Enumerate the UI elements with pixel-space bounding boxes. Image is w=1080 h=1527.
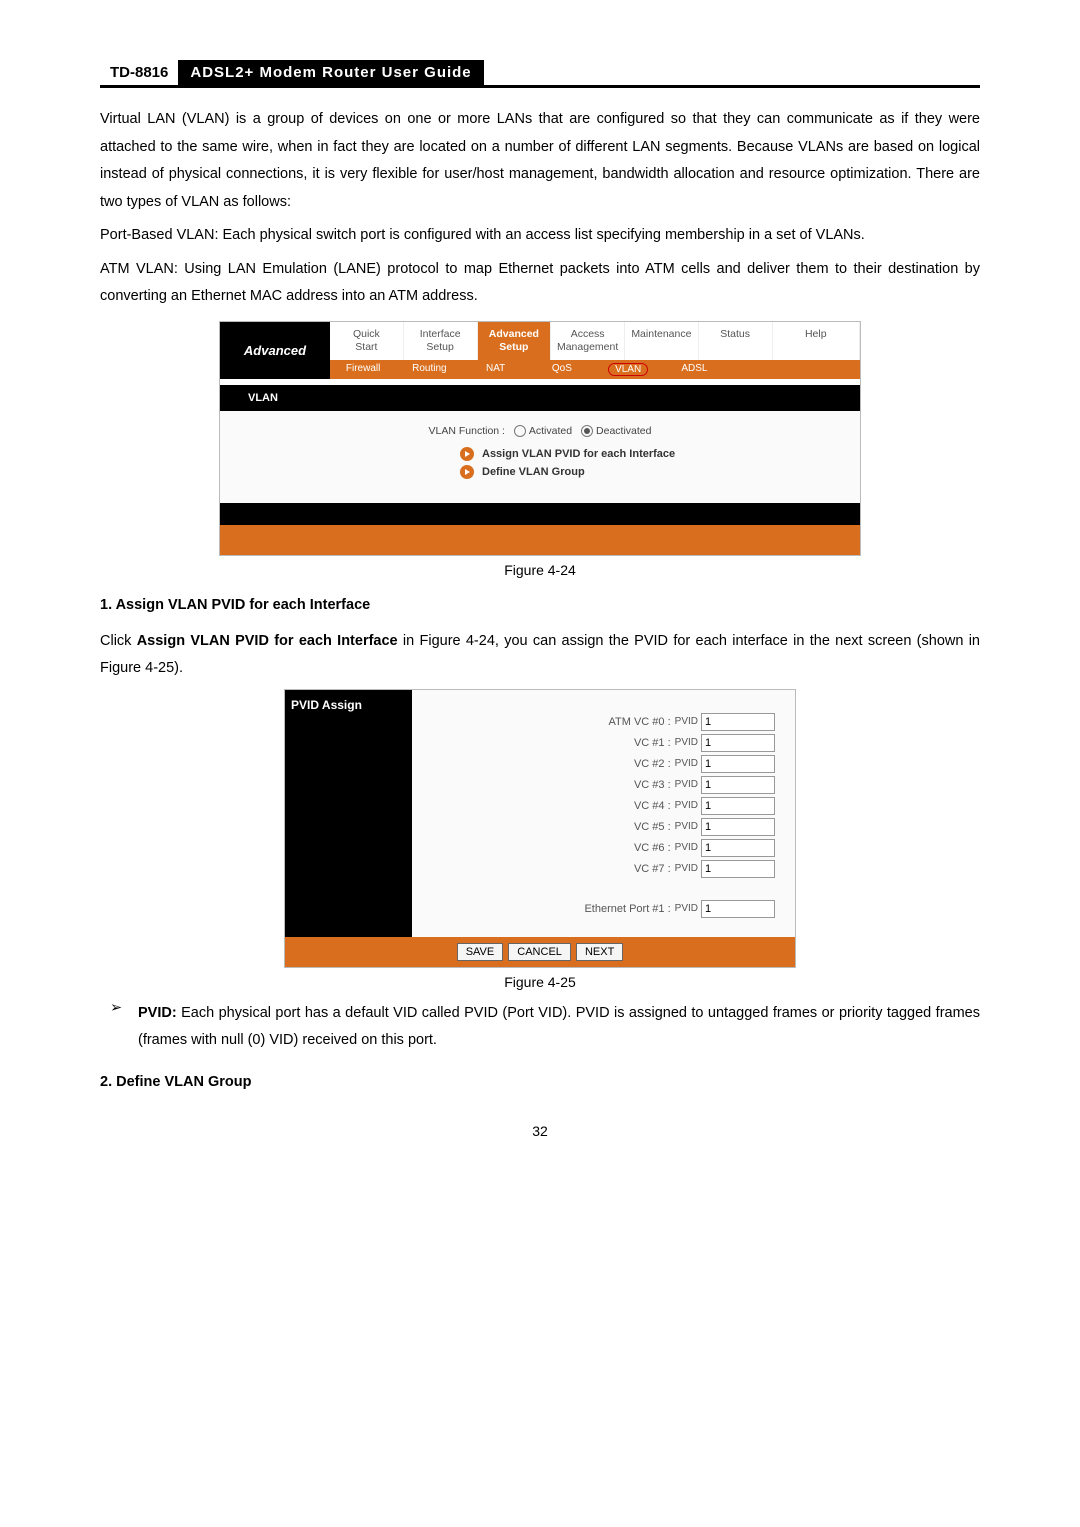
subtab-routing[interactable]: Routing [396, 360, 462, 379]
tab-interface-setup[interactable]: Interface Setup [404, 322, 478, 360]
fig24-section-band: VLAN [220, 385, 860, 411]
tab-access-management[interactable]: Access Management [551, 322, 625, 360]
pvid-input-ethernet[interactable] [701, 900, 775, 918]
pvid-input-2[interactable] [701, 755, 775, 773]
pvid-row-0: ATM VC #0 :PVID [432, 713, 775, 731]
fig24-main-tabs: Quick Start Interface Setup Advanced Set… [330, 322, 860, 360]
next-button[interactable]: NEXT [576, 943, 623, 961]
subtab-adsl[interactable]: ADSL [661, 360, 727, 379]
pvid-input-1[interactable] [701, 734, 775, 752]
bullet-pvid: ➢ PVID: Each physical port has a default… [100, 1000, 980, 1055]
subtab-qos[interactable]: QoS [529, 360, 595, 379]
pvid-input-0[interactable] [701, 713, 775, 731]
subtab-nat[interactable]: NAT [463, 360, 529, 379]
tab-quick-start[interactable]: Quick Start [330, 322, 404, 360]
pvid-row-3: VC #3 :PVID [432, 776, 775, 794]
pvid-row-1: VC #1 :PVID [432, 734, 775, 752]
pvid-input-4[interactable] [701, 797, 775, 815]
figure-4-24: Advanced Quick Start Interface Setup Adv… [219, 321, 861, 556]
section-1-title: 1. Assign VLAN PVID for each Interface [100, 592, 980, 620]
paragraph-intro: Virtual LAN (VLAN) is a group of devices… [100, 106, 980, 216]
section-1-body: Click Assign VLAN PVID for each Interfac… [100, 628, 980, 683]
header-title: ADSL2+ Modem Router User Guide [178, 60, 483, 85]
vlan-function-row: VLAN Function : Activated Deactivated [230, 425, 850, 437]
fig25-side: PVID Assign [285, 690, 412, 937]
doc-header: TD-8816 ADSL2+ Modem Router User Guide [100, 60, 980, 88]
pvid-input-5[interactable] [701, 818, 775, 836]
fig24-subtabs: Firewall Routing NAT QoS VLAN ADSL [330, 360, 860, 379]
tab-maintenance[interactable]: Maintenance [625, 322, 699, 360]
fig24-sidebar: Advanced [220, 322, 330, 379]
figure-4-25: PVID Assign ATM VC #0 :PVID VC #1 :PVID VC… [284, 689, 796, 968]
play-icon [460, 465, 474, 479]
fig25-footer: SAVE CANCEL NEXT [285, 937, 795, 967]
subtab-firewall[interactable]: Firewall [330, 360, 396, 379]
link-assign-pvid[interactable]: Assign VLAN PVID for each Interface [460, 447, 850, 461]
section-2-title: 2. Define VLAN Group [100, 1069, 980, 1097]
subtab-vlan[interactable]: VLAN [595, 360, 661, 379]
header-model: TD-8816 [100, 60, 178, 85]
radio-deactivated[interactable] [581, 425, 593, 437]
figure-4-25-caption: Figure 4-25 [100, 974, 980, 990]
pvid-input-7[interactable] [701, 860, 775, 878]
pvid-row-ethernet: Ethernet Port #1 : PVID [432, 900, 775, 918]
link-define-vlan-group[interactable]: Define VLAN Group [460, 465, 850, 479]
tab-advanced-setup[interactable]: Advanced Setup [478, 322, 552, 360]
figure-4-24-caption: Figure 4-24 [100, 562, 980, 578]
pvid-row-6: VC #6 :PVID [432, 839, 775, 857]
cancel-button[interactable]: CANCEL [508, 943, 571, 961]
play-icon [460, 447, 474, 461]
paragraph-atmvlan: ATM VLAN: Using LAN Emulation (LANE) pro… [100, 256, 980, 311]
pvid-input-3[interactable] [701, 776, 775, 794]
pvid-row-7: VC #7 :PVID [432, 860, 775, 878]
pvid-row-4: VC #4 :PVID [432, 797, 775, 815]
tab-help[interactable]: Help [773, 322, 861, 360]
radio-activated[interactable] [514, 425, 526, 437]
pvid-input-6[interactable] [701, 839, 775, 857]
page-number: 32 [100, 1123, 980, 1139]
pvid-row-2: VC #2 :PVID [432, 755, 775, 773]
bullet-arrow-icon: ➢ [100, 1000, 138, 1055]
paragraph-portvlan: Port-Based VLAN: Each physical switch po… [100, 222, 980, 250]
save-button[interactable]: SAVE [457, 943, 504, 961]
tab-status[interactable]: Status [699, 322, 773, 360]
pvid-row-5: VC #5 :PVID [432, 818, 775, 836]
